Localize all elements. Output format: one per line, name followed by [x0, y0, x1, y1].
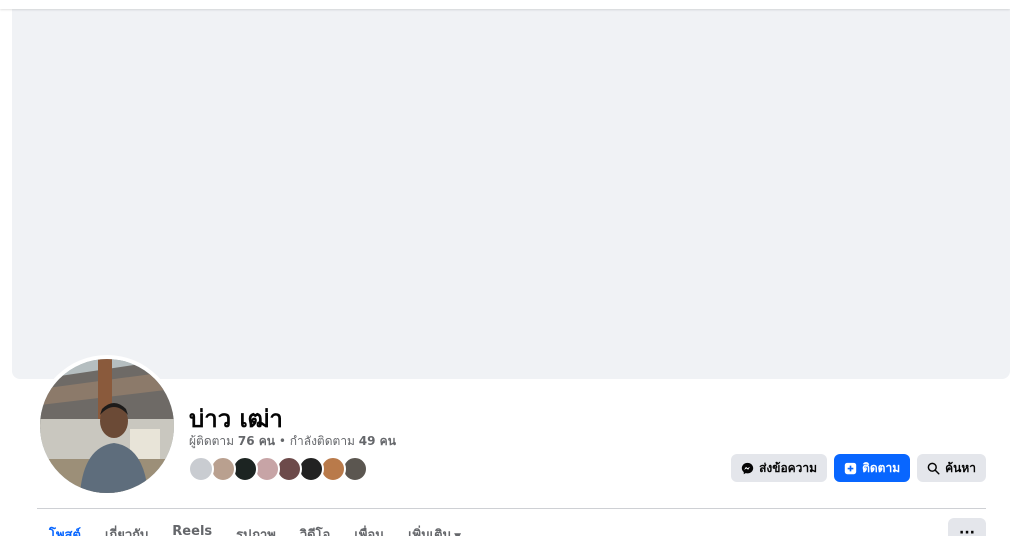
avatar-photo — [40, 359, 174, 493]
following-count[interactable]: 49 คน — [359, 434, 396, 448]
tab-more-label: เพิ่มเติม — [408, 528, 452, 536]
tab-friends[interactable]: เพื่อน — [342, 520, 396, 536]
send-message-button[interactable]: ส่งข้อความ — [731, 454, 828, 482]
send-message-label: ส่งข้อความ — [759, 460, 818, 475]
profile-picture[interactable] — [36, 355, 178, 497]
profile-actions: ส่งข้อความ ติดตาม ค้นหา — [731, 454, 986, 482]
friend-avatar-1[interactable] — [188, 456, 214, 482]
tab-posts[interactable]: โพสต์ — [37, 520, 93, 536]
followers-label[interactable]: ผู้ติดตาม — [189, 434, 234, 448]
tab-about[interactable]: เกี่ยวกับ — [93, 520, 160, 536]
search-button[interactable]: ค้นหา — [917, 454, 986, 482]
caret-down-icon: ▼ — [454, 532, 461, 536]
stats-separator: • — [275, 434, 290, 448]
tab-more[interactable]: เพิ่มเติม▼ — [396, 520, 473, 536]
top-navigation-bar — [0, 0, 1010, 9]
search-label: ค้นหา — [945, 460, 976, 475]
follow-button[interactable]: ติดตาม — [834, 454, 911, 482]
follow-stats: ผู้ติดตาม 76 คน • กำลังติดตาม 49 คน — [189, 432, 396, 451]
profile-tabs: โพสต์ เกี่ยวกับ Reels รูปภาพ วิดีโอ เพื่… — [37, 520, 473, 536]
followers-count[interactable]: 76 คน — [238, 434, 275, 448]
search-icon — [926, 461, 940, 475]
avatar — [40, 359, 174, 493]
messenger-icon — [740, 461, 754, 475]
following-label[interactable]: กำลังติดตาม — [290, 434, 355, 448]
follow-label: ติดตาม — [862, 460, 901, 475]
cover-photo[interactable] — [12, 9, 1010, 379]
tab-reels[interactable]: Reels — [160, 520, 224, 536]
tab-photos[interactable]: รูปภาพ — [224, 520, 288, 536]
profile-more-button[interactable]: ··· — [948, 518, 986, 536]
follow-plus-icon — [843, 461, 857, 475]
friend-avatar-stack — [188, 456, 368, 482]
profile-divider — [37, 508, 986, 509]
tab-videos[interactable]: วิดีโอ — [288, 520, 343, 536]
